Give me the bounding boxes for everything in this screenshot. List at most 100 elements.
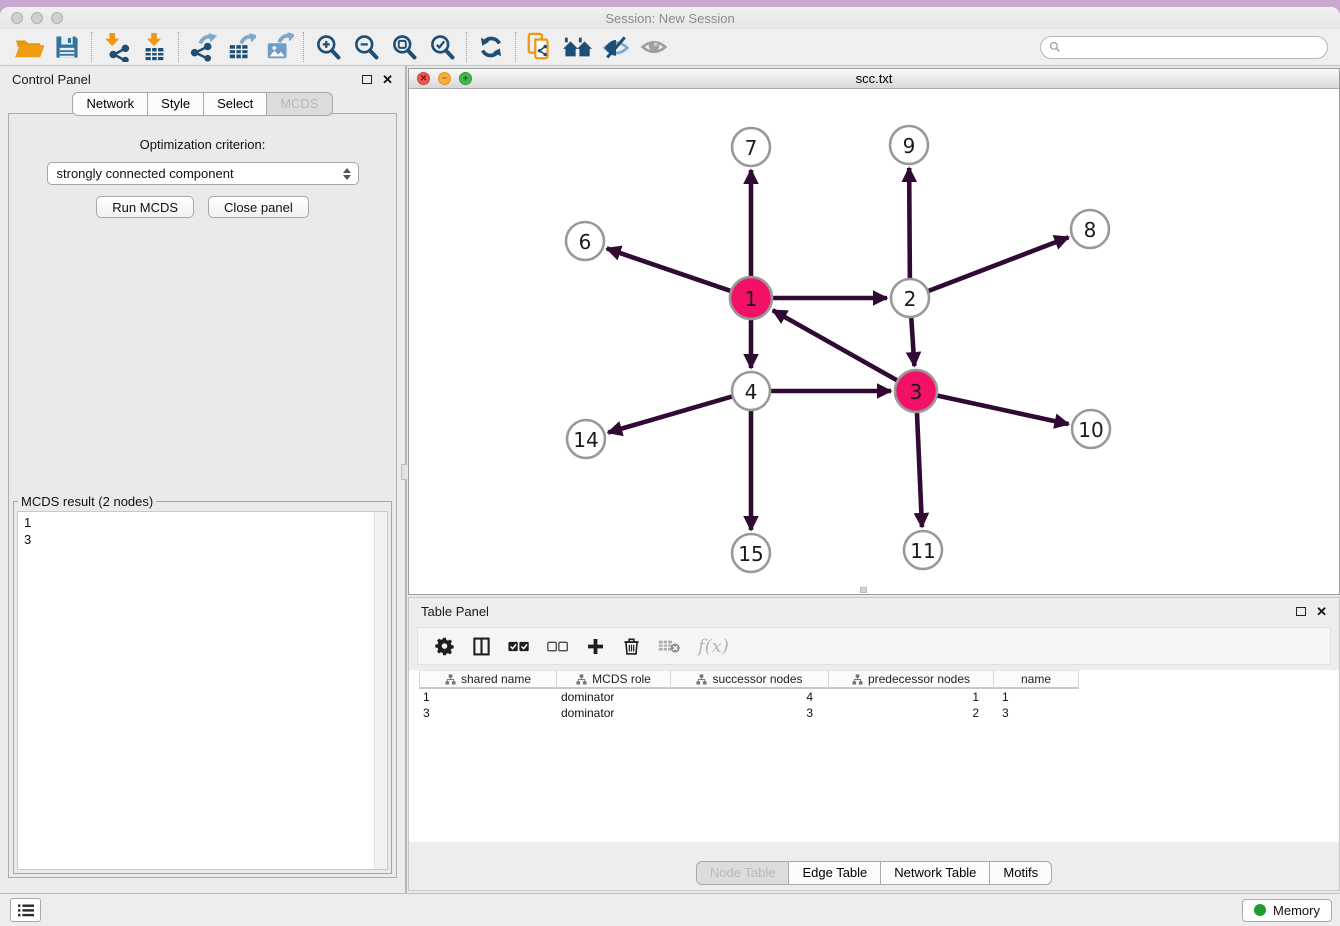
export-network-button[interactable] [184, 31, 222, 63]
column-header-label: name [1021, 672, 1051, 686]
export-image-icon [264, 32, 294, 62]
graph-edge-2-3[interactable] [911, 318, 914, 366]
graph-edge-3-11[interactable] [917, 413, 922, 527]
tab-select[interactable]: Select [204, 92, 267, 116]
task-history-button[interactable] [10, 898, 41, 922]
canvas-resize-handle[interactable] [860, 587, 867, 593]
close-panel-icon[interactable]: ✕ [382, 73, 393, 86]
graph-edge-4-14[interactable] [608, 397, 732, 433]
table-cell[interactable]: 3 [994, 705, 1079, 721]
tree-icon [576, 674, 587, 685]
graph-node-label: 10 [1078, 418, 1103, 442]
select-all-icon [508, 640, 530, 653]
graph-edge-3-10[interactable] [937, 396, 1068, 424]
column-header-name[interactable]: name [994, 670, 1079, 689]
table-cell[interactable]: 3 [671, 705, 829, 721]
float-panel-icon[interactable] [1296, 607, 1306, 616]
toolbar-separator [178, 32, 179, 62]
result-scrollbar[interactable] [374, 512, 387, 869]
export-table-button[interactable] [222, 31, 260, 63]
close-panel-icon[interactable]: ✕ [1316, 605, 1327, 618]
zoom-selected-button[interactable] [423, 31, 461, 63]
zoom-in-button[interactable] [309, 31, 347, 63]
apply-layout-button[interactable] [472, 31, 510, 63]
show-columns-button[interactable] [472, 637, 491, 656]
session-from-network-button[interactable] [521, 31, 559, 63]
zoom-selected-icon [428, 33, 456, 61]
toolbar-separator [466, 32, 467, 62]
mcds-result-area[interactable]: 1 3 [17, 511, 388, 870]
table-row[interactable]: 1dominator411 [419, 689, 1339, 705]
deselect-all-button[interactable] [547, 640, 569, 653]
table-cell[interactable]: 3 [419, 705, 557, 721]
table-cell[interactable]: 1 [829, 689, 994, 705]
select-all-button[interactable] [508, 640, 530, 653]
criterion-select[interactable]: strongly connected component [47, 162, 359, 185]
tab-style[interactable]: Style [148, 92, 204, 116]
table-cell[interactable]: dominator [557, 689, 671, 705]
birds-eye-view-button[interactable] [559, 31, 597, 63]
graph-edge-2-9[interactable] [909, 168, 910, 278]
table-row[interactable]: 3dominator323 [419, 705, 1339, 721]
search-icon [1049, 41, 1061, 53]
memory-button[interactable]: Memory [1242, 899, 1332, 922]
open-file-button[interactable] [10, 31, 48, 63]
main-toolbar [0, 29, 1340, 66]
network-canvas[interactable]: 7968124314101511 [409, 89, 1339, 594]
column-header-MCDS-role[interactable]: MCDS role [557, 670, 671, 689]
search-input[interactable] [1066, 40, 1319, 54]
table-panel-title: Table Panel [421, 604, 489, 619]
table-toolbar: f(x) [417, 627, 1331, 665]
refresh-icon [477, 33, 505, 61]
delete-table-icon [658, 638, 681, 654]
toolbar-separator [515, 32, 516, 62]
graph-node-label: 15 [738, 542, 763, 566]
table-cell[interactable]: dominator [557, 705, 671, 721]
close-panel-button[interactable]: Close panel [208, 196, 309, 218]
zoom-fit-button[interactable] [385, 31, 423, 63]
graph-edge-2-8[interactable] [929, 237, 1069, 291]
tab-network-table[interactable]: Network Table [881, 861, 990, 885]
column-header-successor-nodes[interactable]: successor nodes [671, 670, 829, 689]
table-cell[interactable]: 1 [994, 689, 1079, 705]
import-network-button[interactable] [97, 31, 135, 63]
table-settings-button[interactable] [434, 636, 455, 657]
status-bar: Memory [0, 893, 1340, 926]
delete-column-button[interactable] [622, 636, 641, 656]
graph-edge-3-1[interactable] [773, 310, 897, 380]
delete-table-button-disabled[interactable] [658, 638, 681, 654]
save-session-button[interactable] [48, 31, 86, 63]
search-field[interactable] [1040, 36, 1328, 59]
table-panel-header: Table Panel ✕ [409, 598, 1339, 624]
mcds-result-title: MCDS result (2 nodes) [18, 494, 156, 509]
graph-edge-1-6[interactable] [607, 248, 730, 290]
network-frame-title: scc.txt [409, 71, 1339, 86]
table-cell[interactable]: 2 [829, 705, 994, 721]
export-network-icon [188, 32, 218, 62]
tab-node-table[interactable]: Node Table [696, 861, 790, 885]
toggle-graphics-details-button[interactable] [597, 31, 635, 63]
show-details-button-disabled[interactable] [635, 31, 673, 63]
memory-label: Memory [1273, 903, 1320, 918]
tab-motifs[interactable]: Motifs [990, 861, 1052, 885]
column-header-shared-name[interactable]: shared name [419, 670, 557, 689]
control-panel-header: Control Panel ✕ [0, 66, 405, 92]
zoom-out-button[interactable] [347, 31, 385, 63]
create-column-button[interactable] [586, 637, 605, 656]
save-icon [54, 34, 80, 60]
function-builder-button-disabled[interactable]: f(x) [698, 636, 729, 657]
control-panel: Control Panel ✕ NetworkStyleSelectMCDS O… [0, 66, 405, 893]
table-cell[interactable]: 4 [671, 689, 829, 705]
column-header-predecessor-nodes[interactable]: predecessor nodes [829, 670, 994, 689]
run-mcds-button[interactable]: Run MCDS [96, 196, 194, 218]
tab-mcds[interactable]: MCDS [267, 92, 332, 116]
graph-node-label: 2 [904, 287, 917, 311]
tab-network[interactable]: Network [72, 92, 148, 116]
float-panel-icon[interactable] [362, 75, 372, 84]
tab-edge-table[interactable]: Edge Table [789, 861, 881, 885]
graph-node-label: 14 [573, 428, 598, 452]
export-image-button[interactable] [260, 31, 298, 63]
mcds-result-box: MCDS result (2 nodes) 1 3 [13, 494, 392, 874]
import-table-button[interactable] [135, 31, 173, 63]
table-cell[interactable]: 1 [419, 689, 557, 705]
